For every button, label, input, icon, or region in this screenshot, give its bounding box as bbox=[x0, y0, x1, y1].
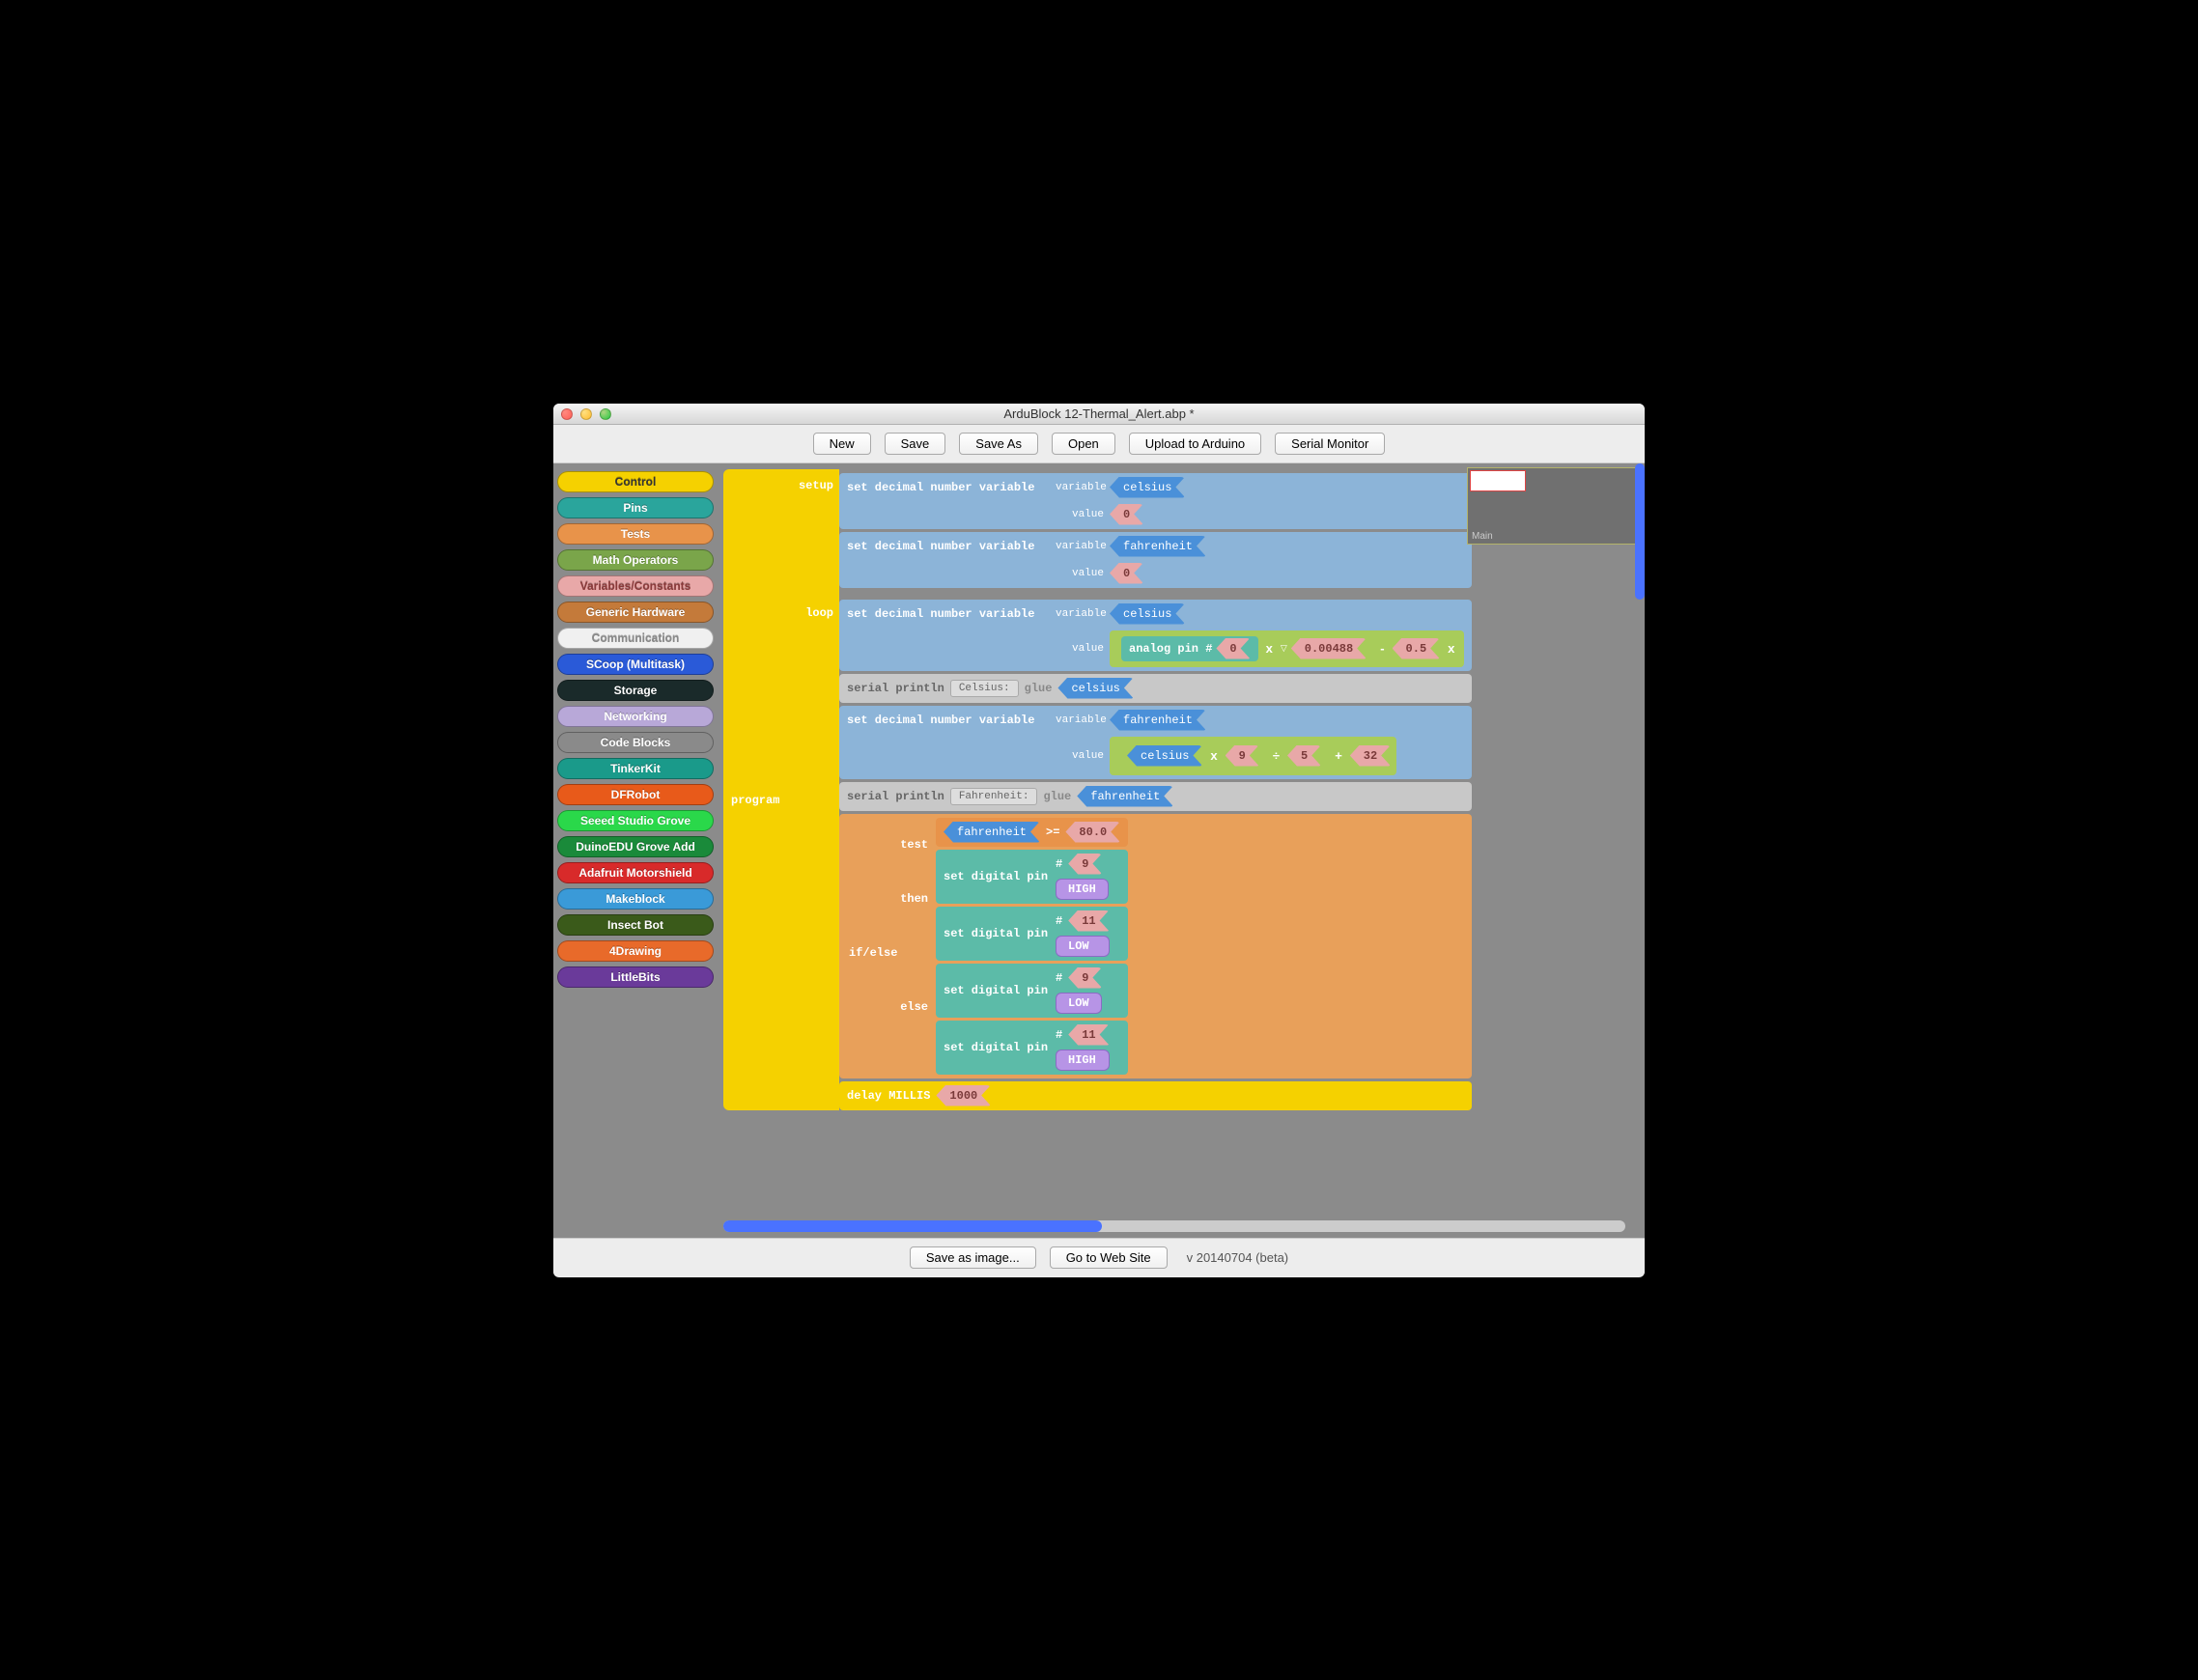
math-expr[interactable]: analog pin #0 x▽ 0.00488 - 0.5 x bbox=[1110, 630, 1464, 667]
palette-category-seeed-studio-grove[interactable]: Seeed Studio Grove bbox=[557, 810, 714, 831]
loop-label: loop bbox=[723, 606, 839, 620]
vertical-scrollbar[interactable] bbox=[1633, 463, 1645, 1147]
palette-category-code-blocks[interactable]: Code Blocks bbox=[557, 732, 714, 753]
save-image-button[interactable]: Save as image... bbox=[910, 1246, 1036, 1269]
save-button[interactable]: Save bbox=[885, 433, 946, 455]
value-zero[interactable]: 0 bbox=[1110, 504, 1143, 525]
close-icon[interactable] bbox=[561, 408, 573, 420]
value-zero[interactable]: 0 bbox=[1110, 563, 1143, 584]
program-block[interactable]: setup loop program set decimal number va… bbox=[723, 469, 1472, 1110]
goto-website-button[interactable]: Go to Web Site bbox=[1050, 1246, 1168, 1269]
version-label: v 20140704 (beta) bbox=[1187, 1250, 1289, 1265]
palette-category-littlebits[interactable]: LittleBits bbox=[557, 966, 714, 988]
palette-category-duinoedu-grove-add[interactable]: DuinoEDU Grove Add bbox=[557, 836, 714, 857]
palette-sidebar: Control Pins Tests Math Operators Variables/… bbox=[553, 463, 718, 1238]
set-var-block[interactable]: set decimal number variablevariablecelsi… bbox=[839, 600, 1472, 671]
upload-button[interactable]: Upload to Arduino bbox=[1129, 433, 1261, 455]
ifelse-block[interactable]: test then if/else else fahrenheit >= bbox=[839, 814, 1472, 1078]
toolbar: New Save Save As Open Upload to Arduino … bbox=[553, 425, 1645, 463]
window-title: ArduBlock 12-Thermal_Alert.abp * bbox=[553, 406, 1645, 421]
palette-category-4drawing[interactable]: 4Drawing bbox=[557, 940, 714, 962]
math-expr[interactable]: celsius x 9 ÷ 5 + 32 bbox=[1110, 737, 1396, 775]
bottom-toolbar: Save as image... Go to Web Site v 201407… bbox=[553, 1238, 1645, 1276]
serial-println-block[interactable]: serial println Celsius: glue celsius bbox=[839, 674, 1472, 703]
delay-block[interactable]: delay MILLIS 1000 bbox=[839, 1081, 1472, 1110]
zoom-icon[interactable] bbox=[600, 408, 611, 420]
palette-category-makeblock[interactable]: Makeblock bbox=[557, 888, 714, 910]
saveas-button[interactable]: Save As bbox=[959, 433, 1038, 455]
set-digital-pin-block[interactable]: set digital pin #9 LOW bbox=[936, 964, 1128, 1018]
palette-category-generic-hardware[interactable]: Generic Hardware bbox=[557, 602, 714, 623]
new-button[interactable]: New bbox=[813, 433, 871, 455]
horizontal-scrollbar[interactable] bbox=[723, 1220, 1625, 1232]
program-label: program bbox=[723, 794, 839, 807]
set-digital-pin-block[interactable]: set digital pin #11 HIGH bbox=[936, 1021, 1128, 1075]
palette-category-dfrobot[interactable]: DFRobot bbox=[557, 784, 714, 805]
palette-category-tinkerkit[interactable]: TinkerKit bbox=[557, 758, 714, 779]
setup-label: setup bbox=[723, 473, 839, 492]
palette-category-tests[interactable]: Tests bbox=[557, 523, 714, 545]
serial-button[interactable]: Serial Monitor bbox=[1275, 433, 1385, 455]
minimap[interactable]: Main bbox=[1467, 467, 1641, 545]
set-var-block[interactable]: set decimal number variablevariablefahre… bbox=[839, 706, 1472, 779]
serial-println-block[interactable]: serial println Fahrenheit: glue fahrenhe… bbox=[839, 782, 1472, 811]
palette-category-networking[interactable]: Networking bbox=[557, 706, 714, 727]
canvas[interactable]: setup loop program set decimal number va… bbox=[718, 463, 1645, 1238]
set-var-block[interactable]: set decimal number variablevariablefahre… bbox=[839, 532, 1472, 588]
palette-category-math-operators[interactable]: Math Operators bbox=[557, 549, 714, 571]
palette-category-variables-constants[interactable]: Variables/Constants bbox=[557, 575, 714, 597]
palette-category-communication[interactable]: Communication bbox=[557, 628, 714, 649]
set-digital-pin-block[interactable]: set digital pin #9 HIGH bbox=[936, 850, 1128, 904]
app-window: ArduBlock 12-Thermal_Alert.abp * New Sav… bbox=[553, 404, 1645, 1277]
palette-category-storage[interactable]: Storage bbox=[557, 680, 714, 701]
palette-category-insect-bot[interactable]: Insect Bot bbox=[557, 914, 714, 936]
open-button[interactable]: Open bbox=[1052, 433, 1115, 455]
set-var-block[interactable]: set decimal number variablevariablecelsi… bbox=[839, 473, 1472, 529]
test-expr[interactable]: fahrenheit >= 80.0 bbox=[936, 818, 1128, 847]
palette-category-scoop-multitask-[interactable]: SCoop (Multitask) bbox=[557, 654, 714, 675]
minimize-icon[interactable] bbox=[580, 408, 592, 420]
palette-category-adafruit-motorshield[interactable]: Adafruit Motorshield bbox=[557, 862, 714, 883]
titlebar[interactable]: ArduBlock 12-Thermal_Alert.abp * bbox=[553, 404, 1645, 425]
var-celsius[interactable]: celsius bbox=[1110, 477, 1185, 498]
palette-category-pins[interactable]: Pins bbox=[557, 497, 714, 518]
set-digital-pin-block[interactable]: set digital pin #11 LOW bbox=[936, 907, 1128, 961]
var-fahrenheit[interactable]: fahrenheit bbox=[1110, 536, 1206, 557]
palette-category-control[interactable]: Control bbox=[557, 471, 714, 492]
